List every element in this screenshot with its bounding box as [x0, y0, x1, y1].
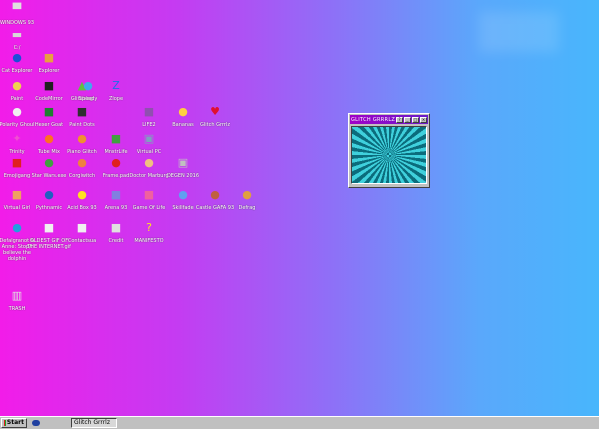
heart-icon: ♥ — [210, 105, 220, 118]
doctor-icon: ● — [144, 156, 154, 169]
monitor-icon: ▣ — [177, 156, 189, 169]
acid-icon: ● — [77, 188, 87, 201]
piano-icon: ● — [77, 132, 87, 145]
desktop-icon-label: WINDOWS 93 — [0, 20, 34, 26]
castle-icon: ● — [210, 188, 220, 201]
windows-logo-icon — [4, 420, 6, 426]
help-button[interactable]: ? — [396, 116, 403, 123]
code-editor-icon: ■ — [43, 79, 55, 92]
taskbar-item-glitch-grrrlz[interactable]: Glitch Grrrlz — [71, 418, 117, 428]
desktop-icon[interactable]: ♥ Glitch Grrrlz — [195, 104, 235, 128]
desktop-icon-label: Paint Dots — [69, 122, 95, 128]
gif-icon: ■ — [43, 221, 55, 234]
zlope-icon: Z — [112, 79, 120, 92]
desktop-icon[interactable]: ■ Explorer — [29, 50, 69, 74]
desktop-icon[interactable]: ▥ TRASH — [0, 288, 37, 312]
taskbar-item-label: Glitch Grrrlz — [74, 419, 110, 426]
desktop-icon-label: DEGEN 2016 — [166, 173, 200, 179]
desktop-icon[interactable]: ▣ Virtual PC — [129, 131, 169, 155]
tube-icon: ● — [44, 132, 54, 145]
background-haze — [479, 12, 559, 52]
glitch-grrrlz-window[interactable]: GLITCH GRRRLZ ? _ □ × — [348, 113, 430, 188]
cube-icon: ■ — [110, 188, 122, 201]
corgi-icon: ● — [77, 156, 87, 169]
start-label: Start — [6, 419, 24, 426]
dots-icon: ■ — [76, 105, 88, 118]
maximize-button[interactable]: □ — [412, 116, 419, 123]
computer-icon: ▀ — [12, 3, 22, 16]
desktop-icon[interactable]: ▬ C:/ — [0, 27, 37, 51]
explorer-icon: ■ — [43, 51, 55, 64]
desktop-icon[interactable]: ▣ DEGEN 2016 — [163, 155, 203, 179]
desktop-icon-label: Glitch Grrrlz — [200, 122, 230, 128]
defrag-icon: ● — [242, 188, 252, 201]
quick-launch-icon[interactable] — [32, 420, 40, 426]
virtual-girl-icon: ■ — [11, 188, 23, 201]
goat-icon: ■ — [43, 105, 55, 118]
desktop-icon-label: MANIFESTO — [134, 238, 164, 244]
window-title-bar[interactable]: GLITCH GRRRLZ ? _ □ × — [350, 115, 428, 124]
banana-icon: ● — [178, 105, 188, 118]
question-icon: ? — [146, 221, 152, 234]
desktop-icon-label: Zlope — [108, 96, 124, 102]
speedy-icon: ● — [83, 79, 93, 92]
contacts-icon: ■ — [76, 221, 88, 234]
desktop-icon-label: TRASH — [8, 306, 26, 312]
cat-globe-icon: ● — [12, 51, 22, 64]
desktop: { "colors": { "bg_left": "#f21ce9", "bg_… — [0, 0, 599, 429]
desktop-icon[interactable]: Z Zlope — [96, 78, 136, 102]
start-button[interactable]: Start — [1, 418, 27, 428]
desktop-icon-label: Explorer — [38, 68, 60, 74]
window-title: GLITCH GRRRLZ — [351, 116, 396, 123]
desktop-icon[interactable]: ■ Paint Dots — [62, 104, 102, 128]
desktop-icon-label: Defrag — [238, 205, 256, 211]
credits-icon: ■ — [110, 221, 122, 234]
virtual-pc-icon: ▣ — [143, 132, 155, 145]
trinity-icon: ✦ — [12, 132, 22, 145]
minimize-button[interactable]: _ — [404, 116, 411, 123]
paint-palette-icon: ● — [12, 79, 22, 92]
drive-icon: ▬ — [11, 28, 23, 41]
mushroom-icon: ● — [111, 156, 121, 169]
life2-icon: ■ — [143, 105, 155, 118]
ghost-icon: ● — [12, 105, 22, 118]
trash-icon: ▥ — [11, 289, 23, 302]
taskbar: Start Glitch Grrrlz — [0, 416, 599, 429]
dolphin-icon: ● — [12, 221, 22, 234]
python-icon: ● — [44, 188, 54, 201]
game-of-life-icon: ■ — [143, 188, 155, 201]
close-button[interactable]: × — [420, 116, 427, 123]
yoda-icon: ● — [44, 156, 54, 169]
monster-icon: ■ — [110, 132, 122, 145]
desktop-icon[interactable]: ? MANIFESTO — [129, 220, 169, 244]
window-controls: ? _ □ × — [396, 116, 427, 123]
tunnel-animation-view[interactable] — [351, 126, 427, 184]
desktop-icon[interactable]: ▀ WINDOWS 93 — [0, 2, 37, 26]
quick-launch — [30, 418, 68, 428]
desktop-icon[interactable]: ● Defrag — [227, 187, 267, 211]
emoji-icon: ■ — [11, 156, 23, 169]
skull-icon: ● — [178, 188, 188, 201]
